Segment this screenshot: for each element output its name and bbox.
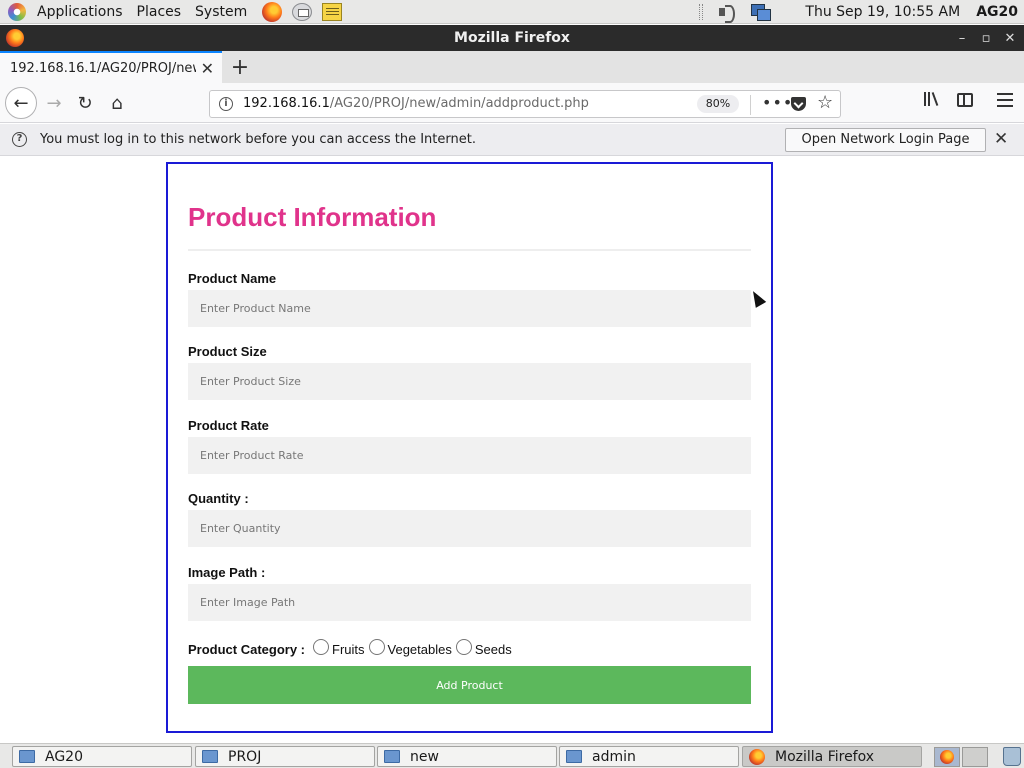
volume-icon[interactable] (717, 4, 737, 23)
folder-icon (566, 750, 582, 763)
taskbar-item-label: AG20 (45, 748, 83, 765)
url-host: 192.168.16.1 (243, 96, 330, 111)
system-menu[interactable]: System (188, 0, 254, 24)
home-folder-icon (19, 750, 35, 763)
taskbar-item-label: admin (592, 748, 636, 765)
maximize-icon[interactable]: ▫ (980, 31, 992, 46)
forward-button[interactable]: → (40, 89, 68, 117)
trash-icon[interactable] (1003, 747, 1021, 766)
vegetables-radio[interactable] (368, 639, 385, 655)
zoom-level-badge[interactable]: 80% (697, 95, 739, 113)
site-info-icon[interactable]: i (219, 97, 233, 111)
page-title: Product Information (188, 202, 437, 232)
close-notification-icon[interactable]: ✕ (994, 129, 1008, 149)
workspace-switcher (934, 747, 988, 767)
mail-launcher-icon[interactable] (290, 1, 314, 23)
applications-logo-icon[interactable] (8, 2, 26, 21)
hamburger-menu-icon[interactable] (997, 93, 1013, 107)
tab-title: 192.168.16.1/AG20/PROJ/new (10, 60, 196, 76)
quantity-label: Quantity : (188, 491, 249, 506)
url-bar-separator (750, 95, 751, 115)
product-rate-input[interactable] (188, 437, 751, 474)
firefox-mini-icon (940, 750, 954, 764)
product-size-label: Product Size (188, 344, 267, 359)
question-icon: ? (12, 132, 27, 147)
tab-addproduct[interactable]: 192.168.16.1/AG20/PROJ/new ✕ (0, 51, 222, 83)
seeds-radio[interactable] (455, 639, 472, 655)
network-icon[interactable] (749, 3, 772, 21)
captive-portal-notification: ? You must log in to this network before… (0, 124, 1024, 156)
taskbar-item-proj[interactable]: PROJ (195, 746, 375, 767)
workspace-1[interactable] (934, 747, 960, 767)
text-editor-launcher-icon[interactable] (320, 1, 344, 23)
taskbar-item-firefox[interactable]: Mozilla Firefox (742, 746, 922, 767)
taskbar-item-new[interactable]: new (377, 746, 557, 767)
product-form-panel: Product Information Product Name Product… (166, 162, 773, 733)
navigation-bar: ← → ↻ ⌂ i 192.168.16.1/AG20/PROJ/new/adm… (0, 83, 1024, 123)
product-size-input[interactable] (188, 363, 751, 400)
minimize-icon[interactable]: – (956, 31, 968, 46)
home-button[interactable]: ⌂ (103, 89, 131, 117)
fruits-option-label[interactable]: Fruits (332, 642, 365, 657)
top-panel: Applications Places System Thu Sep 19, 1… (0, 0, 1024, 24)
tab-strip: 192.168.16.1/AG20/PROJ/new ✕ + (0, 51, 1024, 83)
reload-button[interactable]: ↻ (71, 89, 99, 117)
applications-menu[interactable]: Applications (30, 0, 130, 24)
url-bar[interactable]: i 192.168.16.1/AG20/PROJ/new/admin/addpr… (209, 90, 841, 118)
panel-user-name[interactable]: AG20 (976, 4, 1018, 20)
image-path-label: Image Path : (188, 565, 266, 580)
fruits-radio[interactable] (313, 639, 330, 655)
close-window-icon[interactable]: ✕ (1004, 31, 1016, 46)
url-path: /AG20/PROJ/new/admin/addproduct.php (329, 96, 589, 111)
notification-message: You must log in to this network before y… (40, 132, 476, 147)
product-category-row: Product Category : Fruits Vegetables See… (188, 639, 512, 657)
firefox-icon (749, 748, 765, 765)
product-name-input[interactable] (188, 290, 751, 327)
product-name-label: Product Name (188, 271, 277, 286)
taskbar-item-label: Mozilla Firefox (775, 748, 875, 765)
clock[interactable]: Thu Sep 19, 10:55 AM (805, 4, 960, 20)
page-actions-more-icon[interactable]: ••• (762, 93, 793, 112)
taskbar-item-label: new (410, 748, 439, 765)
panel-grip-icon (699, 3, 704, 20)
window-controls: – ▫ ✕ (956, 25, 1016, 51)
window-titlebar[interactable]: Mozilla Firefox – ▫ ✕ (0, 25, 1024, 51)
product-category-label: Product Category : (188, 641, 306, 657)
title-divider (188, 249, 751, 251)
product-rate-label: Product Rate (188, 418, 269, 433)
taskbar-item-admin[interactable]: admin (559, 746, 739, 767)
sidebar-toggle-icon[interactable] (957, 93, 973, 107)
bottom-taskbar: AG20 PROJ new admin Mozilla Firefox (0, 743, 1024, 768)
back-button[interactable]: ← (5, 87, 37, 119)
firefox-window-icon[interactable] (6, 29, 24, 47)
url-text[interactable]: 192.168.16.1/AG20/PROJ/new/admin/addprod… (243, 96, 589, 111)
folder-icon (384, 750, 400, 763)
new-tab-button[interactable]: + (222, 51, 258, 83)
places-menu[interactable]: Places (130, 0, 189, 24)
taskbar-item-label: PROJ (228, 748, 262, 765)
taskbar-item-ag20[interactable]: AG20 (12, 746, 192, 767)
workspace-2[interactable] (962, 747, 988, 767)
bookmark-star-icon[interactable]: ☆ (817, 92, 833, 113)
add-product-button[interactable]: Add Product (188, 666, 751, 704)
quantity-input[interactable] (188, 510, 751, 547)
open-network-login-button[interactable]: Open Network Login Page (785, 128, 986, 152)
firefox-launcher-icon[interactable] (260, 1, 284, 23)
window-title: Mozilla Firefox (454, 30, 570, 46)
vegetables-option-label[interactable]: Vegetables (388, 642, 452, 657)
library-icon[interactable] (924, 92, 944, 108)
pocket-icon[interactable] (791, 97, 806, 111)
image-path-input[interactable] (188, 584, 751, 621)
close-tab-icon[interactable]: ✕ (201, 59, 214, 78)
seeds-option-label[interactable]: Seeds (475, 642, 512, 657)
folder-icon (202, 750, 218, 763)
